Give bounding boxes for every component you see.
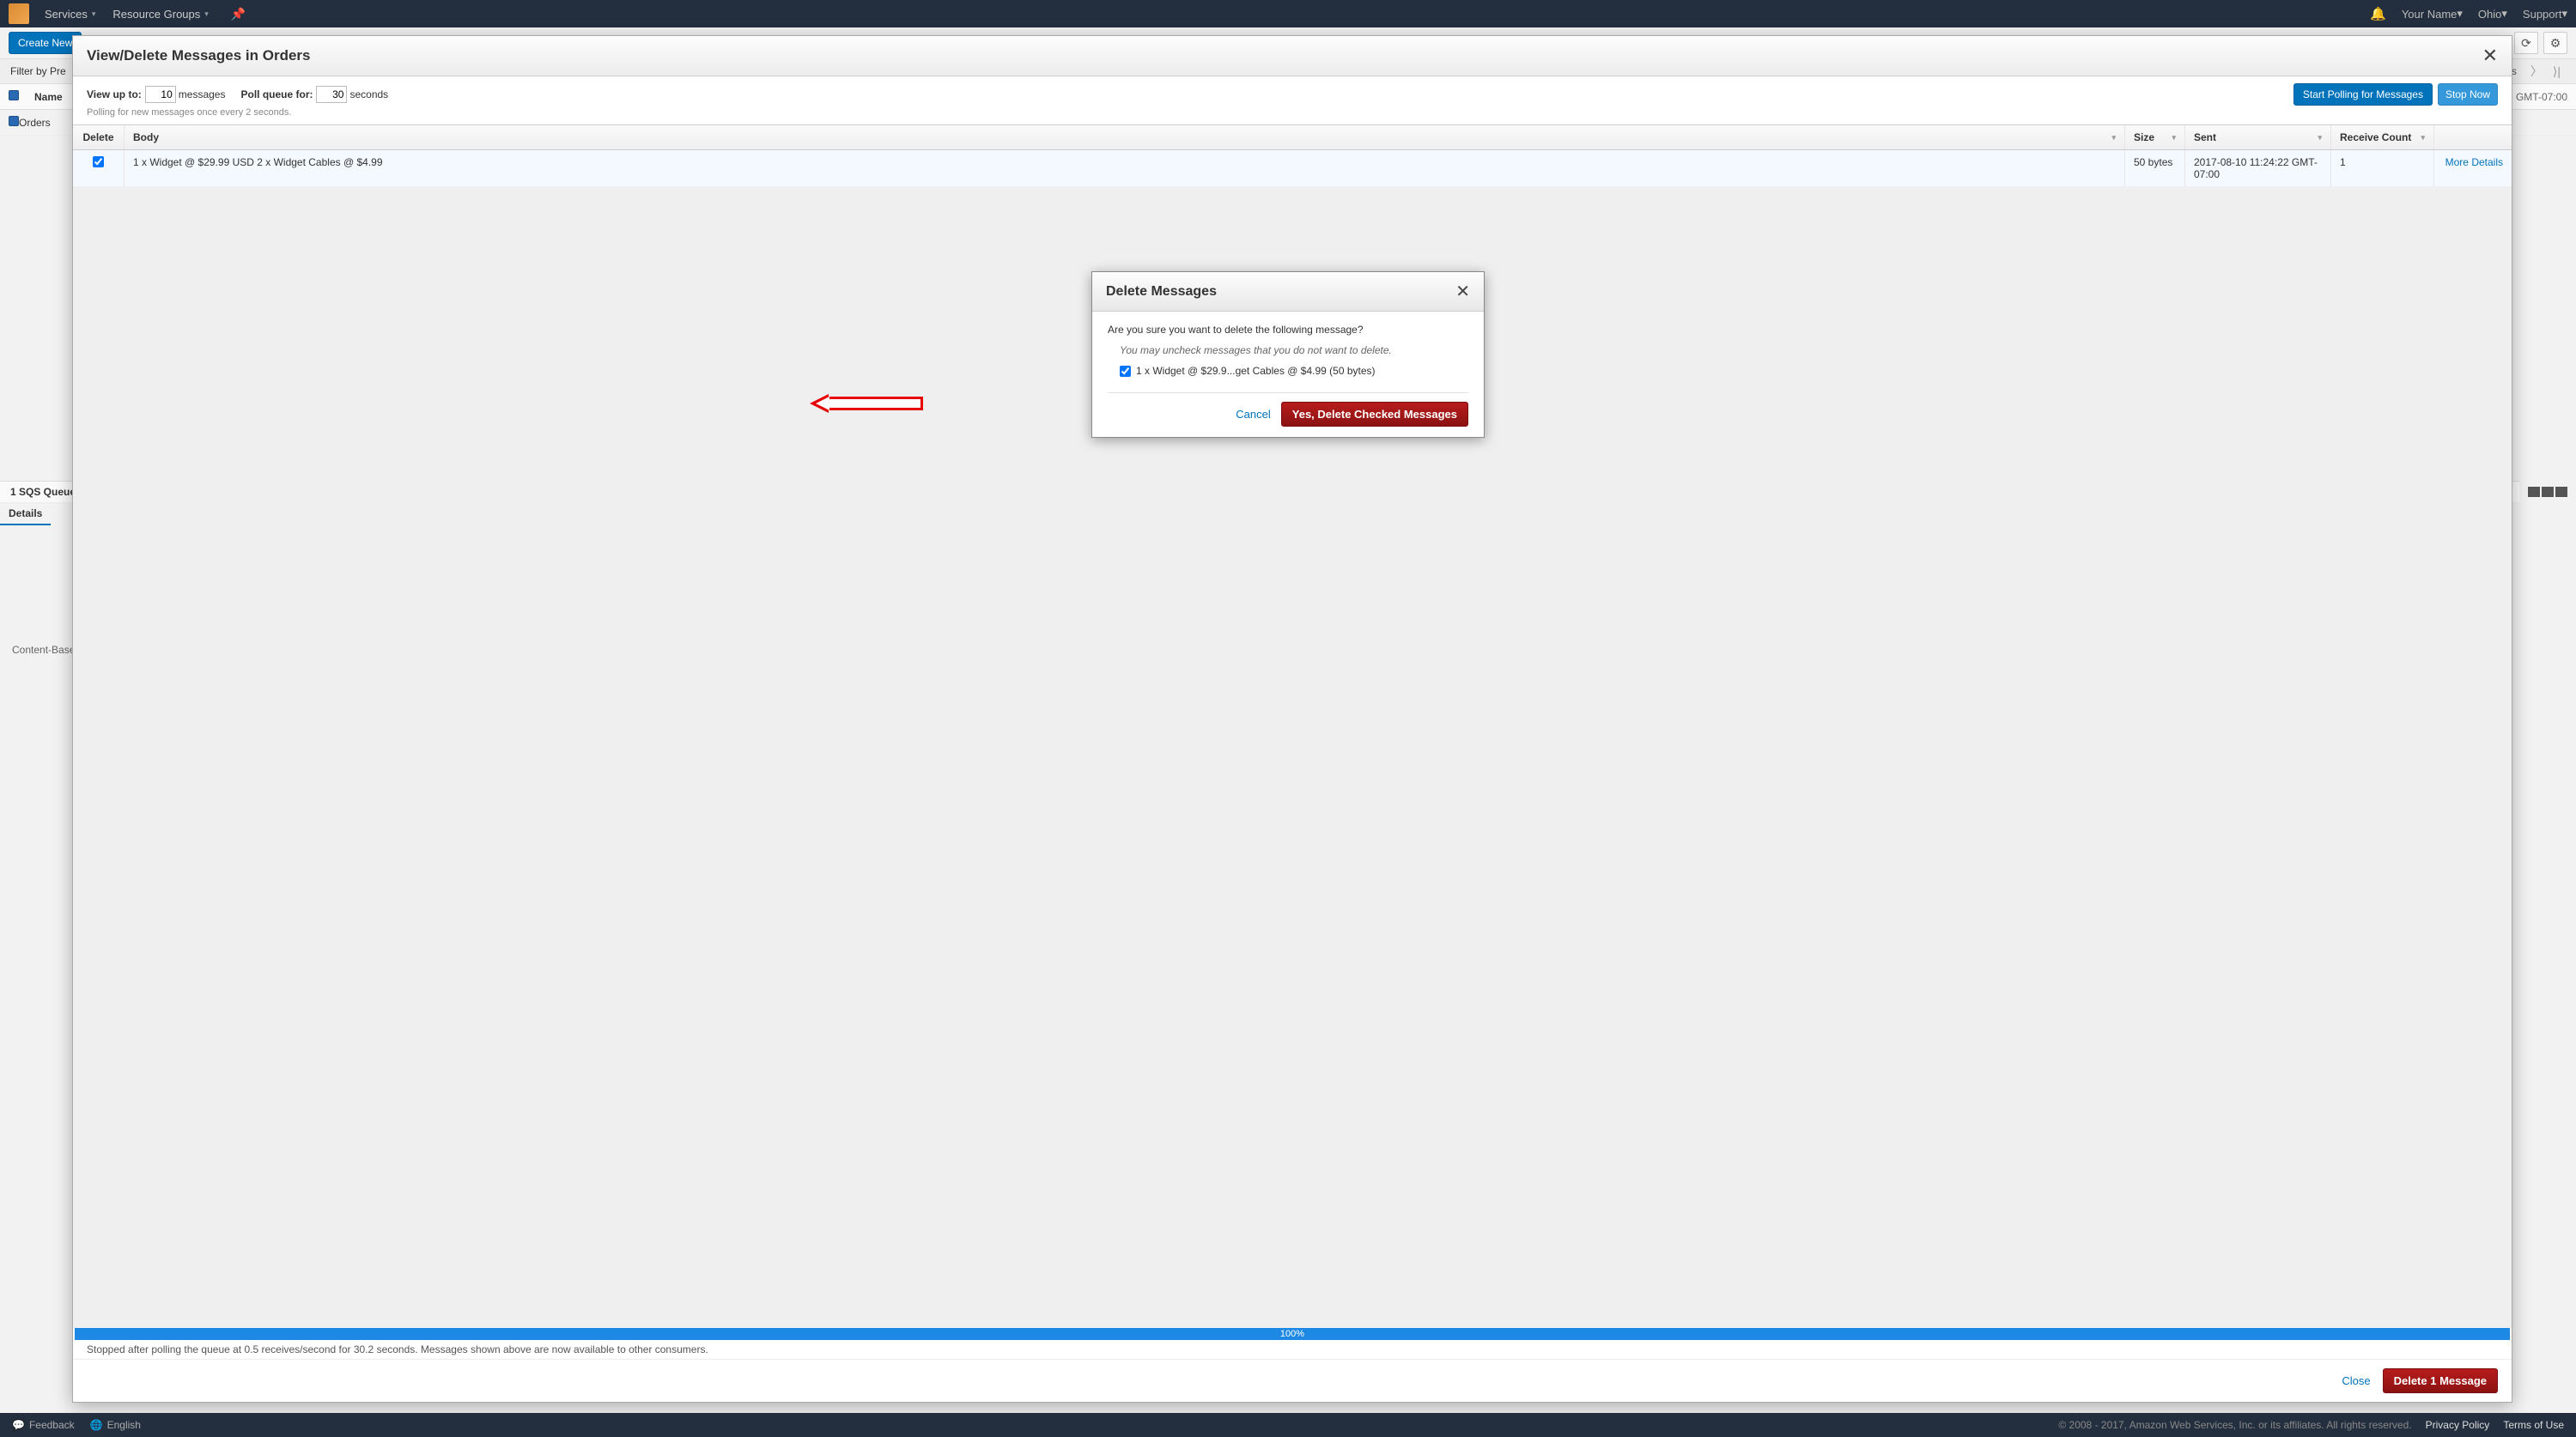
view-up-to-label: View up to:	[87, 88, 142, 100]
confirm-message-text: 1 x Widget @ $29.9...get Cables @ $4.99 …	[1136, 365, 1376, 377]
language-label: English	[107, 1419, 141, 1431]
polling-status-text: Stopped after polling the queue at 0.5 r…	[73, 1340, 2512, 1359]
modal-title: View/Delete Messages in Orders	[87, 47, 310, 64]
poll-for-input[interactable]	[316, 86, 347, 103]
confirm-header: Delete Messages ✕	[1092, 272, 1484, 312]
bottom-bar: 💬 Feedback 🌐 English © 2008 - 2017, Amazon…	[0, 1413, 2576, 1437]
col-body[interactable]: Body ▾	[125, 125, 2125, 149]
polling-progress-bar: 100%	[75, 1328, 2510, 1340]
confirm-message-checkbox[interactable]	[1120, 366, 1131, 377]
confirm-title: Delete Messages	[1106, 284, 1217, 300]
messages-unit: messages	[179, 88, 226, 100]
annotation-arrow	[810, 394, 923, 413]
col-receive-count[interactable]: Receive Count ▾	[2331, 125, 2434, 149]
delete-message-button[interactable]: Delete 1 Message	[2383, 1368, 2498, 1393]
message-size: 50 bytes	[2125, 150, 2185, 186]
cancel-button[interactable]: Cancel	[1236, 408, 1270, 421]
confirm-hint: You may uncheck messages that you do not…	[1120, 344, 1468, 356]
confirm-question: Are you sure you want to delete the foll…	[1108, 324, 1468, 336]
message-row[interactable]: 1 x Widget @ $29.99 USD 2 x Widget Cable…	[73, 150, 2512, 186]
copyright-text: © 2008 - 2017, Amazon Web Services, Inc.…	[2058, 1419, 2411, 1431]
col-sent[interactable]: Sent ▾	[2185, 125, 2331, 149]
col-sent-label: Sent	[2194, 131, 2216, 143]
close-icon[interactable]: ✕	[1455, 281, 1470, 302]
message-sent: 2017-08-10 11:24:22 GMT-07:00	[2185, 150, 2331, 186]
close-icon[interactable]: ✕	[2482, 45, 2498, 67]
language-link[interactable]: 🌐 English	[90, 1419, 141, 1431]
start-polling-button[interactable]: Start Polling for Messages	[2293, 83, 2433, 106]
view-up-to-input[interactable]	[145, 86, 176, 103]
stop-now-button[interactable]: Stop Now	[2438, 83, 2498, 106]
delete-messages-confirm-dialog: Delete Messages ✕ Are you sure you want …	[1091, 271, 1485, 438]
col-size[interactable]: Size ▾	[2125, 125, 2185, 149]
chat-icon: 💬	[12, 1419, 25, 1431]
message-delete-checkbox[interactable]	[93, 156, 104, 167]
close-button[interactable]: Close	[2342, 1374, 2370, 1387]
confirm-message-item: 1 x Widget @ $29.9...get Cables @ $4.99 …	[1120, 365, 1468, 377]
modal-header: View/Delete Messages in Orders ✕	[73, 36, 2512, 76]
sort-icon: ▾	[2111, 133, 2116, 142]
feedback-label: Feedback	[29, 1419, 75, 1431]
modal-footer: Close Delete 1 Message	[73, 1359, 2512, 1402]
confirm-body: Are you sure you want to delete the foll…	[1092, 312, 1484, 384]
poll-for-label: Poll queue for:	[240, 88, 313, 100]
more-details-link[interactable]: More Details	[2445, 156, 2503, 168]
col-delete[interactable]: Delete	[73, 125, 125, 149]
sort-icon: ▾	[2318, 133, 2322, 142]
terms-link[interactable]: Terms of Use	[2503, 1419, 2564, 1431]
seconds-unit: seconds	[349, 88, 388, 100]
poll-note: Polling for new messages once every 2 se…	[73, 107, 2512, 124]
modal-toolbar: View up to: messages Poll queue for: sec…	[73, 76, 2512, 107]
feedback-link[interactable]: 💬 Feedback	[12, 1419, 75, 1431]
col-body-label: Body	[133, 131, 159, 143]
sort-icon: ▾	[2172, 133, 2176, 142]
col-size-label: Size	[2134, 131, 2154, 143]
sort-icon: ▾	[2421, 133, 2425, 142]
view-delete-messages-modal: View/Delete Messages in Orders ✕ View up…	[72, 35, 2512, 1403]
yes-delete-button[interactable]: Yes, Delete Checked Messages	[1281, 402, 1468, 427]
globe-icon: 🌐	[90, 1419, 103, 1431]
confirm-footer: Cancel Yes, Delete Checked Messages	[1108, 392, 1468, 427]
modal-backdrop: View/Delete Messages in Orders ✕ View up…	[0, 0, 2576, 1437]
message-body: 1 x Widget @ $29.99 USD 2 x Widget Cable…	[125, 150, 2125, 186]
col-receive-label: Receive Count	[2340, 131, 2411, 143]
privacy-link[interactable]: Privacy Policy	[2426, 1419, 2490, 1431]
messages-table-header: Delete Body ▾ Size ▾ Sent ▾ Receive Count ▾	[73, 124, 2512, 150]
message-receive-count: 1	[2331, 150, 2434, 186]
